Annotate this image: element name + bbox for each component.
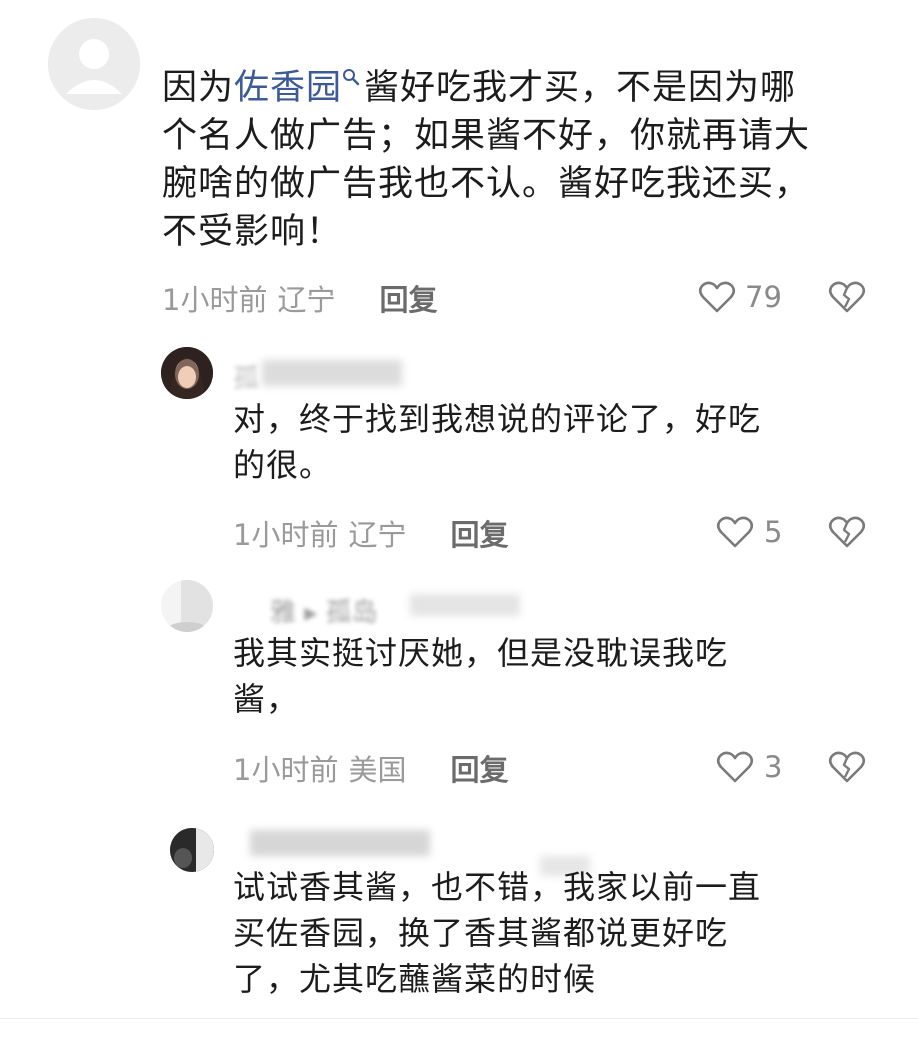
reply-line: 了，尤其吃蘸酱菜的时候	[233, 960, 597, 998]
location: 辽宁	[277, 283, 336, 317]
author-name-redaction	[250, 830, 430, 856]
avatar[interactable]	[48, 18, 140, 110]
user-photo-icon	[161, 347, 213, 399]
author-name[interactable]: 雅 ▸ 孤岛	[270, 592, 378, 629]
like-count: 79	[745, 280, 782, 314]
timestamp: 1小时前	[162, 283, 268, 317]
avatar[interactable]	[161, 580, 213, 632]
search-link[interactable]: 佐香园	[234, 68, 342, 108]
reply-line: 酱，	[233, 680, 300, 718]
divider	[0, 1018, 918, 1019]
broken-heart-icon[interactable]	[828, 750, 866, 784]
reply-line: 试试香其酱，也不错，我家以前一直	[233, 868, 762, 906]
reply-text: 我其实挺讨厌她，但是没耽误我吃 酱，	[233, 630, 873, 722]
reply-text: 对，终于找到我想说的评论了，好吃 的很。	[233, 396, 873, 488]
reply-button[interactable]: 回复	[450, 747, 508, 789]
heart-outline-icon[interactable]	[716, 515, 754, 549]
heart-outline-icon[interactable]	[698, 280, 736, 314]
reply-button[interactable]: 回复	[450, 512, 508, 554]
search-icon[interactable]	[342, 68, 360, 86]
avatar[interactable]	[161, 347, 213, 399]
timestamp: 1小时前	[233, 753, 339, 787]
reply-line: 的很。	[233, 446, 333, 484]
comment-meta: 1小时前 辽宁 回复	[162, 278, 437, 318]
like-count: 5	[764, 515, 783, 549]
avatar[interactable]	[170, 828, 214, 872]
reply-line: 对，终于找到我想说的评论了，好吃	[233, 400, 762, 438]
comment-line: 腕啥的做广告我也不认。酱好吃我还买，	[162, 164, 811, 204]
reply-meta: 1小时前 美国 回复	[233, 748, 508, 788]
like-count: 3	[764, 750, 783, 784]
comment-text-prefix: 因为	[162, 68, 235, 108]
author-name[interactable]: 孤	[233, 358, 259, 395]
reply-line: 我其实挺讨厌她，但是没耽误我吃	[233, 634, 729, 672]
default-avatar-icon	[48, 18, 140, 110]
broken-heart-icon[interactable]	[828, 515, 866, 549]
reply-meta: 1小时前 辽宁 回复	[233, 513, 508, 553]
user-photo-icon	[161, 580, 213, 632]
comment-line: 因为佐香园 酱好吃我才买，不是因为哪	[162, 64, 882, 112]
broken-heart-icon[interactable]	[828, 280, 866, 314]
comment-text-rest: 酱好吃我才买，不是因为哪	[364, 68, 797, 108]
location: 辽宁	[348, 518, 407, 552]
reply-text: 试试香其酱，也不错，我家以前一直 买佐香园，换了香其酱都说更好吃 了，尤其吃蘸酱…	[233, 864, 873, 1002]
reply-button[interactable]: 回复	[379, 277, 437, 319]
location: 美国	[348, 753, 407, 787]
heart-outline-icon[interactable]	[716, 750, 754, 784]
user-photo-icon	[170, 828, 214, 872]
timestamp: 1小时前	[233, 518, 339, 552]
comment-text: 因为佐香园 酱好吃我才买，不是因为哪 个名人做广告；如果酱不好，你就再请大 腕啥…	[162, 64, 882, 256]
author-name-redaction	[410, 594, 520, 616]
comment-line: 不受影响！	[162, 212, 343, 252]
author-name-redaction	[262, 360, 402, 386]
comment-line: 个名人做广告；如果酱不好，你就再请大	[162, 116, 811, 156]
reply-line: 买佐香园，换了香其酱都说更好吃	[233, 914, 729, 952]
